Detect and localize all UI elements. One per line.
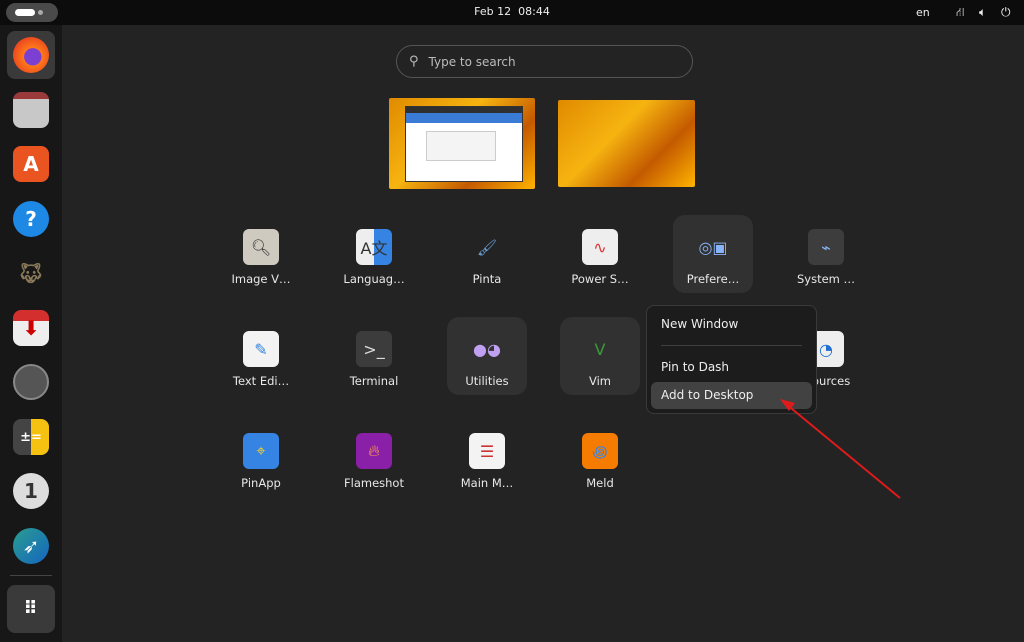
firefox-icon (13, 37, 49, 73)
dock-firefox[interactable] (7, 31, 55, 79)
menu-item-pin-to-dash[interactable]: Pin to Dash (651, 354, 812, 381)
app-label: Meld (586, 476, 614, 490)
flameshot-icon: 🔥︎ (356, 433, 392, 469)
volume-icon[interactable]: 🔈︎ (979, 5, 986, 20)
app-label: Image V… (231, 272, 291, 286)
calculator-icon: ±= (13, 419, 49, 455)
app-power-statistics[interactable]: ∿ Power S… (560, 215, 640, 293)
search-icon: ⚲ (409, 54, 419, 69)
pinapp-icon: ⌖ (243, 433, 279, 469)
app-pinta[interactable]: 🖌︎ Pinta (447, 215, 527, 293)
app-label: Utilities (465, 374, 509, 388)
app-label: Flameshot (344, 476, 404, 490)
app-label: Text Edi… (232, 374, 290, 388)
app-flameshot[interactable]: 🔥︎ Flameshot (334, 419, 414, 497)
app-label: Terminal (349, 374, 399, 388)
app-label: PinApp (241, 476, 281, 490)
app-label: Vim (588, 374, 611, 388)
app-label: Pinta (472, 272, 502, 286)
dock-app-center[interactable]: A (7, 140, 55, 188)
dock-help[interactable]: ? (7, 195, 55, 243)
app-preferences-folder[interactable]: ◎▣ Prefere… (673, 215, 753, 293)
app-label: System … (796, 272, 856, 286)
app-pinapp[interactable]: ⌖ PinApp (221, 419, 301, 497)
date: Feb 12 (474, 5, 512, 18)
dock: A ? 🐺︎ ⬇ ±= 1 ➶ ⠿ (0, 25, 62, 642)
app-image-viewer[interactable]: 🔍︎ Image V… (221, 215, 301, 293)
menu-separator (661, 345, 802, 346)
search-input[interactable]: ⚲ Type to search (396, 45, 693, 78)
app-label: Prefere… (686, 272, 740, 286)
app-meld[interactable]: ꩜ Meld (560, 419, 640, 497)
clock[interactable]: Feb 12 08:44 (0, 5, 1024, 18)
app-grid-overview (62, 25, 1024, 642)
network-icon[interactable]: ⛙ (956, 5, 964, 21)
menu-item-add-to-desktop[interactable]: Add to Desktop (651, 382, 812, 409)
terminal-icon: >_ (356, 331, 392, 367)
main-menu-icon: ☰ (469, 433, 505, 469)
time: 08:44 (518, 5, 550, 18)
app-label: Main M… (460, 476, 514, 490)
text-editor-icon: ✎ (243, 331, 279, 367)
preferences-folder-icon: ◎▣ (698, 237, 728, 257)
vim-icon: V (594, 339, 606, 359)
dock-password-manager[interactable]: 1 (7, 467, 55, 515)
clock-icon (13, 364, 49, 400)
meld-icon: ꩜ (582, 433, 618, 469)
app-utilities-folder[interactable]: ●◕ Utilities (447, 317, 527, 395)
app-label: Languag… (343, 272, 405, 286)
help-icon: ? (13, 201, 49, 237)
app-center-icon: A (13, 146, 49, 182)
app-system-monitor[interactable]: ⌁ System … (786, 215, 866, 293)
language-icon: A文 (356, 229, 392, 265)
transmission-icon: ⬇ (13, 310, 49, 346)
screenshot-tool-icon: ➶ (13, 528, 49, 564)
workspace-thumbnail-2[interactable] (558, 100, 695, 187)
system-monitor-icon: ⌁ (808, 229, 844, 265)
top-bar: Feb 12 08:44 en ⛙ 🔈︎ ⏻ (0, 0, 1024, 25)
power-icon[interactable]: ⏻ (1001, 5, 1011, 20)
image-viewer-icon: 🔍︎ (243, 229, 279, 265)
app-language[interactable]: A文 Languag… (334, 215, 414, 293)
search-placeholder: Type to search (428, 54, 516, 69)
window-preview (405, 106, 523, 182)
app-text-editor[interactable]: ✎ Text Edi… (221, 317, 301, 395)
files-icon (13, 92, 49, 128)
password-manager-icon: 1 (13, 473, 49, 509)
app-main-menu[interactable]: ☰ Main M… (447, 419, 527, 497)
dock-transmission[interactable]: ⬇ (7, 304, 55, 352)
dock-gimp[interactable]: 🐺︎ (7, 249, 55, 297)
dock-screenshot-tool[interactable]: ➶ (7, 522, 55, 570)
dock-clock[interactable] (7, 358, 55, 406)
grid-icon: ⠿ (23, 598, 39, 619)
app-vim[interactable]: V Vim (560, 317, 640, 395)
keyboard-language[interactable]: en (916, 6, 930, 19)
gimp-icon: 🐺︎ (18, 261, 44, 285)
dock-calculator[interactable]: ±= (7, 413, 55, 461)
dock-files[interactable] (7, 86, 55, 134)
app-label: Power S… (571, 272, 629, 286)
power-statistics-icon: ∿ (582, 229, 618, 265)
show-apps-button[interactable]: ⠿ (7, 585, 55, 633)
app-terminal[interactable]: >_ Terminal (334, 317, 414, 395)
menu-item-new-window[interactable]: New Window (651, 311, 812, 338)
workspace-thumbnail-1[interactable] (389, 98, 535, 189)
pinta-icon: 🖌︎ (476, 237, 498, 257)
context-menu: New Window Pin to Dash Add to Desktop (646, 305, 817, 414)
utilities-folder-icon: ●◕ (473, 339, 501, 359)
